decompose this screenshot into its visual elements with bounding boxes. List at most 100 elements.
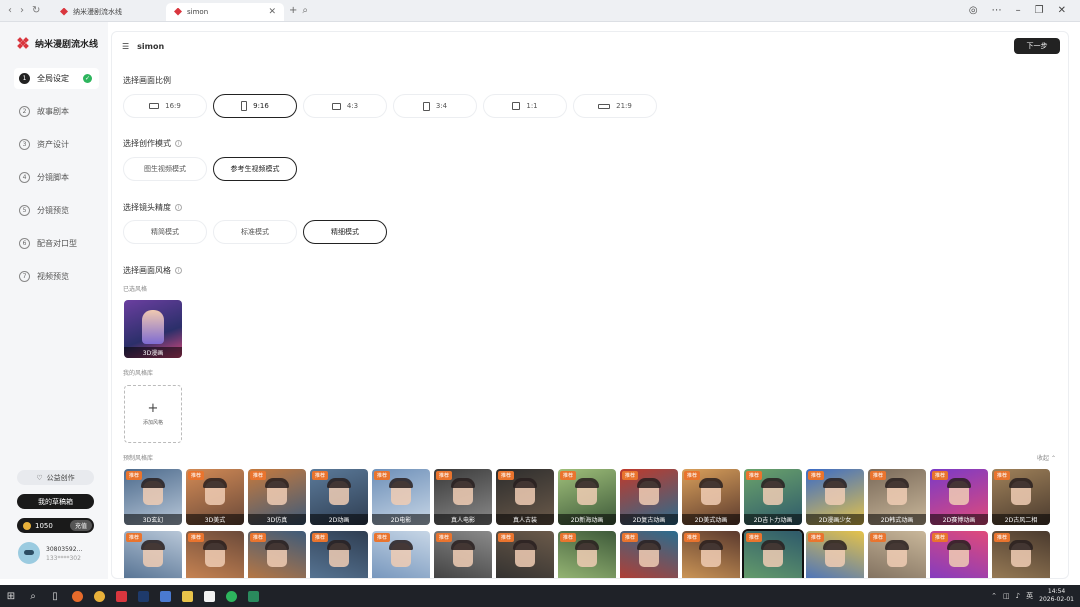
style-card[interactable]: 推荐 bbox=[496, 531, 554, 578]
ratio-4-3[interactable]: 4:3 bbox=[303, 94, 387, 118]
style-card[interactable]: 推荐 bbox=[742, 529, 804, 578]
step-story-script[interactable]: 2 故事剧本 bbox=[14, 95, 99, 128]
user-profile[interactable]: 30803592... 133****302 bbox=[18, 542, 82, 564]
search-icon[interactable]: ⌕ bbox=[302, 5, 308, 16]
ratio-21-9[interactable]: 21:9 bbox=[573, 94, 657, 118]
step-list: 1 全局设定 ✓ 2 故事剧本 3 资产设计 4 分镜脚本 5 分镜预览 6 配… bbox=[14, 68, 99, 293]
style-card[interactable]: 推荐 真人电影 bbox=[434, 469, 492, 525]
style-card[interactable]: 推荐 bbox=[310, 531, 368, 578]
precision-fine[interactable]: 精细模式 bbox=[303, 220, 387, 244]
button-label: 我的草稿箱 bbox=[38, 497, 73, 506]
ratio-16-9[interactable]: 16:9 bbox=[123, 94, 207, 118]
recharge-tag[interactable]: 充值 bbox=[69, 520, 92, 531]
style-card[interactable]: 推荐 bbox=[930, 531, 988, 578]
precision-standard[interactable]: 标准模式 bbox=[213, 220, 297, 244]
task-view-icon[interactable]: ▯ bbox=[44, 585, 66, 607]
style-card[interactable]: 推荐 bbox=[124, 531, 182, 578]
input-language[interactable]: 英 bbox=[1026, 591, 1033, 601]
hamburger-icon[interactable]: ☰ bbox=[122, 42, 129, 51]
close-tab-icon[interactable]: ✕ bbox=[268, 7, 276, 17]
volume-icon[interactable]: ♪ bbox=[1016, 592, 1020, 600]
wechat-icon[interactable] bbox=[220, 585, 242, 607]
style-card[interactable]: 推荐 2D美式动画 bbox=[682, 469, 740, 525]
browser-tab-active[interactable]: simon ✕ bbox=[166, 2, 284, 21]
step-storyboard-preview[interactable]: 5 分镜预览 bbox=[14, 194, 99, 227]
add-style-button[interactable]: + 添加风格 bbox=[124, 385, 182, 443]
collapse-toggle[interactable]: 收起 ⌃ bbox=[1037, 453, 1056, 462]
style-card[interactable]: 推荐 bbox=[868, 531, 926, 578]
style-card[interactable]: 推荐 bbox=[372, 531, 430, 578]
chrome-icon[interactable] bbox=[88, 585, 110, 607]
reload-icon[interactable]: ↻ bbox=[32, 5, 40, 16]
style-card[interactable]: 推荐 2D吉卜力动画 bbox=[744, 469, 802, 525]
app-green-icon[interactable] bbox=[242, 585, 264, 607]
document-icon[interactable] bbox=[198, 585, 220, 607]
mode-image-to-video[interactable]: 图生视频模式 bbox=[123, 157, 207, 181]
info-icon[interactable]: i bbox=[175, 204, 182, 211]
brand[interactable]: 纳米漫剧流水线 bbox=[17, 37, 98, 50]
next-step-button[interactable]: 下一步 bbox=[1014, 38, 1060, 54]
app-blue-icon[interactable] bbox=[154, 585, 176, 607]
step-storyboard-script[interactable]: 4 分镜脚本 bbox=[14, 161, 99, 194]
style-card[interactable]: 推荐 2D动画 bbox=[310, 469, 368, 525]
style-caption: 2D电影 bbox=[372, 514, 430, 525]
ratio-1-1[interactable]: 1:1 bbox=[483, 94, 567, 118]
close-window-icon[interactable]: ✕ bbox=[1058, 5, 1066, 16]
step-dubbing[interactable]: 6 配音对口型 bbox=[14, 227, 99, 260]
style-card[interactable]: 推荐 bbox=[558, 531, 616, 578]
ratio-3-4[interactable]: 3:4 bbox=[393, 94, 477, 118]
style-card[interactable]: 推荐 bbox=[248, 531, 306, 578]
info-icon[interactable]: i bbox=[175, 267, 182, 274]
start-icon[interactable]: ⊞ bbox=[0, 585, 22, 607]
style-card[interactable]: 推荐 2D新海动画 bbox=[558, 469, 616, 525]
step-global-settings[interactable]: 1 全局设定 ✓ bbox=[14, 68, 99, 89]
app-red-icon[interactable] bbox=[110, 585, 132, 607]
folder-icon[interactable] bbox=[176, 585, 198, 607]
public-creation-button[interactable]: ♡ 公益创作 bbox=[17, 470, 94, 485]
minimize-icon[interactable]: – bbox=[1016, 5, 1021, 16]
figure-hair bbox=[513, 540, 537, 550]
credit-balance[interactable]: 1050 充值 bbox=[17, 518, 94, 533]
globe-icon[interactable]: ◎ bbox=[969, 5, 978, 16]
search-icon[interactable]: ⌕ bbox=[22, 585, 44, 607]
style-card[interactable]: 推荐 2D漫画少女 bbox=[806, 469, 864, 525]
network-icon[interactable]: ◫ bbox=[1003, 592, 1010, 600]
style-card[interactable]: 推荐 bbox=[682, 531, 740, 578]
back-icon[interactable]: ‹ bbox=[8, 5, 12, 16]
style-card[interactable]: 推荐 bbox=[992, 531, 1050, 578]
style-card[interactable]: 推荐 3D美式 bbox=[186, 469, 244, 525]
tray-up-icon[interactable]: ⌃ bbox=[991, 592, 997, 600]
step-number: 5 bbox=[19, 205, 30, 216]
style-card[interactable]: 推荐 3D玄幻 bbox=[124, 469, 182, 525]
style-card[interactable]: 推荐 2D电影 bbox=[372, 469, 430, 525]
forward-icon[interactable]: › bbox=[20, 5, 24, 16]
style-card[interactable]: 推荐 2D赛博动画 bbox=[930, 469, 988, 525]
selected-style-card[interactable]: 3D漫画 bbox=[124, 300, 182, 358]
style-card[interactable]: 推荐 2D复古动画 bbox=[620, 469, 678, 525]
style-card[interactable]: 推荐 2D古风二相 bbox=[992, 469, 1050, 525]
figure-hair bbox=[575, 540, 599, 550]
style-card[interactable]: 推荐 3D仿真 bbox=[248, 469, 306, 525]
ratio-9-16[interactable]: 9:16 bbox=[213, 94, 297, 118]
browser-tab[interactable]: 纳米漫剧流水线 bbox=[52, 3, 166, 21]
drafts-button[interactable]: 我的草稿箱 bbox=[17, 494, 94, 509]
style-card[interactable]: 推荐 bbox=[186, 531, 244, 578]
mode-reference-to-video[interactable]: 参考生视频模式 bbox=[213, 157, 297, 181]
style-card[interactable]: 推荐 bbox=[806, 531, 864, 578]
clock[interactable]: 14:54 2026-02-01 bbox=[1039, 588, 1074, 604]
style-card[interactable]: 推荐 bbox=[434, 531, 492, 578]
firefox-icon[interactable] bbox=[66, 585, 88, 607]
step-video-preview[interactable]: 7 视频预览 bbox=[14, 260, 99, 293]
recommend-badge: 推荐 bbox=[498, 533, 515, 542]
style-card[interactable]: 推荐 bbox=[620, 531, 678, 578]
precision-simple[interactable]: 精简模式 bbox=[123, 220, 207, 244]
new-tab-icon[interactable]: + bbox=[289, 5, 297, 16]
step-asset-design[interactable]: 3 资产设计 bbox=[14, 128, 99, 161]
avatar bbox=[18, 542, 40, 564]
style-card[interactable]: 推荐 真人古装 bbox=[496, 469, 554, 525]
info-icon[interactable]: i bbox=[175, 140, 182, 147]
style-card[interactable]: 推荐 2D韩式动画 bbox=[868, 469, 926, 525]
maximize-icon[interactable]: ❐ bbox=[1035, 5, 1044, 16]
menu-dots-icon[interactable]: ⋯ bbox=[992, 5, 1002, 16]
photoshop-icon[interactable] bbox=[132, 585, 154, 607]
